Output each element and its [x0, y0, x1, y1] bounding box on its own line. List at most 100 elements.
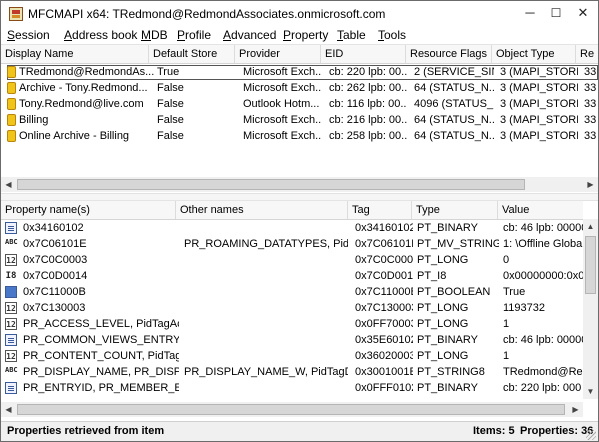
- property-other-names: [180, 253, 348, 268]
- property-value: cb: 220 lpb: 000: [503, 382, 582, 394]
- property-row[interactable]: PR_ENTRYID, PR_MEMBER_ENT... 0x0FFF0102 PT…: [1, 381, 583, 396]
- property-type: PT_I8: [417, 270, 447, 282]
- menu-bar: Session Address book MDB Profile Advance…: [1, 27, 598, 45]
- menu-advanced-label: dvanced: [231, 28, 277, 42]
- store-object-type: 3 (MAPI_STORE): [500, 82, 578, 94]
- property-other-names: PR_DISPLAY_NAME_W, PidTagDis...: [184, 366, 348, 378]
- property-row[interactable]: 12 0x7C130003 0x7C130003 PT_LONG 1193732: [1, 301, 583, 316]
- property-row[interactable]: 12 0x7C0C0003 0x7C0C0003 PT_LONG 0: [1, 253, 583, 268]
- property-tag: 0x7C06101E: [355, 238, 413, 250]
- store-eid: cb: 220 lpb: 00...: [329, 66, 407, 78]
- store-resource-flags: 4096 (STATUS_...: [414, 98, 494, 110]
- store-eid: cb: 116 lpb: 00...: [329, 98, 407, 110]
- scroll-up-arrow-icon[interactable]: ▲: [583, 219, 598, 234]
- binary-property-icon: [5, 222, 17, 234]
- store-default: False: [157, 114, 184, 126]
- property-row[interactable]: PR_COMMON_VIEWS_ENTRYID... 0x35E60102 PT_B…: [1, 333, 583, 348]
- col-display-name[interactable]: Display Name: [1, 45, 149, 63]
- property-value: 1: \Offline Globa: [503, 238, 583, 250]
- property-value: cb: 46 lpb: 00000: [503, 334, 583, 346]
- close-button[interactable]: ✕: [574, 5, 592, 21]
- col-other-names[interactable]: Other names: [176, 201, 348, 219]
- col-eid[interactable]: EID: [321, 45, 406, 63]
- menu-mdb[interactable]: MDB: [141, 28, 168, 42]
- menu-table[interactable]: Table: [337, 28, 366, 42]
- store-display-name: Tony.Redmond@live.com: [19, 98, 144, 110]
- menu-address-book-accel: A: [64, 28, 73, 42]
- col-record-key[interactable]: Re: [576, 45, 598, 63]
- property-row[interactable]: I8 0x7C0D0014 0x7C0D0014 PT_I8 0x00000000:0x…: [1, 269, 583, 284]
- col-resource-flags[interactable]: Resource Flags: [406, 45, 492, 63]
- menu-profile[interactable]: Profile: [177, 28, 211, 42]
- scroll-thumb[interactable]: [17, 179, 525, 190]
- store-display-name: TRedmond@RedmondAs...: [19, 66, 155, 78]
- string-property-icon: ABC: [5, 238, 18, 246]
- store-provider: Microsoft Exch...: [243, 66, 321, 78]
- properties-horizontal-scrollbar[interactable]: ◀ ▶: [1, 402, 583, 417]
- store-row-2[interactable]: Tony.Redmond@live.com False Outlook Hotm…: [7, 97, 598, 112]
- property-row[interactable]: 12 PR_CONTENT_COUNT, PidTag... 0x36020003 P…: [1, 349, 583, 364]
- properties-vertical-scrollbar[interactable]: ▲ ▼: [583, 219, 598, 399]
- property-row[interactable]: 0x34160102 0x34160102 PT_BINARY cb: 46 lpb:…: [1, 221, 583, 236]
- store-row-3[interactable]: Billing False Microsoft Exch... cb: 216 …: [7, 113, 598, 128]
- property-row[interactable]: ABC 0x7C06101E PR_ROAMING_DATATYPES, PidTa…: [1, 237, 583, 252]
- property-name: 0x34160102: [23, 222, 84, 234]
- menu-property[interactable]: Property: [283, 28, 328, 42]
- scroll-right-arrow-icon[interactable]: ▶: [583, 177, 598, 192]
- property-value: TRedmond@Red: [503, 366, 583, 378]
- store-default: False: [157, 98, 184, 110]
- store-record-key: 33: [584, 114, 597, 126]
- scroll-left-arrow-icon[interactable]: ◀: [1, 402, 16, 417]
- col-tag[interactable]: Tag: [348, 201, 412, 219]
- stores-horizontal-scrollbar[interactable]: ◀ ▶: [1, 177, 598, 192]
- property-tag: 0x7C130003: [355, 302, 413, 314]
- store-display-name: Billing: [19, 114, 49, 126]
- col-default-store[interactable]: Default Store: [149, 45, 235, 63]
- store-default: True: [157, 66, 180, 78]
- store-object-type: 3 (MAPI_STORE): [500, 66, 578, 78]
- minimize-button[interactable]: ─: [521, 5, 539, 21]
- property-row[interactable]: 12 PR_ACCESS_LEVEL, PidTagAcce... 0x0FF700…: [1, 317, 583, 332]
- col-provider[interactable]: Provider: [235, 45, 321, 63]
- store-object-type: 3 (MAPI_STORE): [500, 98, 578, 110]
- col-type[interactable]: Type: [412, 201, 498, 219]
- col-value[interactable]: Value: [498, 201, 583, 219]
- property-tag: 0x36020003: [355, 350, 413, 362]
- property-row[interactable]: ABC PR_DISPLAY_NAME, PR_DISPLA... PR_DISPL…: [1, 365, 583, 380]
- store-record-key: 33: [584, 66, 597, 78]
- store-resource-flags: 2 (SERVICE_SIN...: [414, 66, 494, 78]
- maximize-button[interactable]: ☐: [547, 5, 565, 21]
- col-object-type[interactable]: Object Type: [492, 45, 576, 63]
- property-name: 0x7C06101E: [23, 238, 87, 250]
- binary-property-icon: [5, 334, 17, 346]
- title-bar: MFCMAPI x64: TRedmond@RedmondAssociates.…: [1, 1, 598, 27]
- menu-tools[interactable]: Tools: [378, 28, 406, 42]
- status-message: Properties retrieved from item: [7, 425, 165, 437]
- status-properties-count: Properties: 36: [520, 425, 594, 437]
- scroll-thumb-vertical[interactable]: [585, 236, 596, 294]
- scroll-left-arrow-icon[interactable]: ◀: [1, 177, 16, 192]
- store-row-1[interactable]: Archive - Tony.Redmond... False Microsof…: [7, 81, 598, 96]
- menu-table-label: able: [343, 28, 366, 42]
- store-resource-flags: 64 (STATUS_N...: [414, 114, 494, 126]
- property-type: PT_BINARY: [417, 334, 478, 346]
- store-eid: cb: 258 lpb: 00...: [329, 130, 407, 142]
- property-name: PR_ACCESS_LEVEL, PidTagAcce...: [23, 318, 179, 330]
- boolean-property-icon: [5, 286, 17, 298]
- col-property-names[interactable]: Property name(s): [1, 201, 176, 219]
- property-value: 1: [503, 350, 510, 362]
- scroll-right-arrow-icon[interactable]: ▶: [568, 402, 583, 417]
- long-property-icon: 12: [5, 318, 17, 330]
- scroll-down-arrow-icon[interactable]: ▼: [583, 384, 598, 399]
- menu-address-book[interactable]: Address book: [64, 28, 137, 42]
- i8-property-icon: I8: [5, 271, 17, 281]
- resize-grip[interactable]: [586, 430, 596, 440]
- store-row-0[interactable]: TRedmond@RedmondAs... True Microsoft Exc…: [7, 65, 598, 80]
- scroll-thumb[interactable]: [17, 404, 565, 415]
- property-row[interactable]: 0x7C11000B 0x7C11000B PT_BOOLEAN True: [1, 285, 583, 300]
- property-name: 0x7C130003: [23, 302, 86, 314]
- menu-advanced[interactable]: Advanced: [223, 28, 276, 42]
- menu-session[interactable]: Session: [7, 28, 50, 42]
- store-object-type: 3 (MAPI_STORE): [500, 114, 578, 126]
- store-row-4[interactable]: Online Archive - Billing False Microsoft…: [7, 129, 598, 144]
